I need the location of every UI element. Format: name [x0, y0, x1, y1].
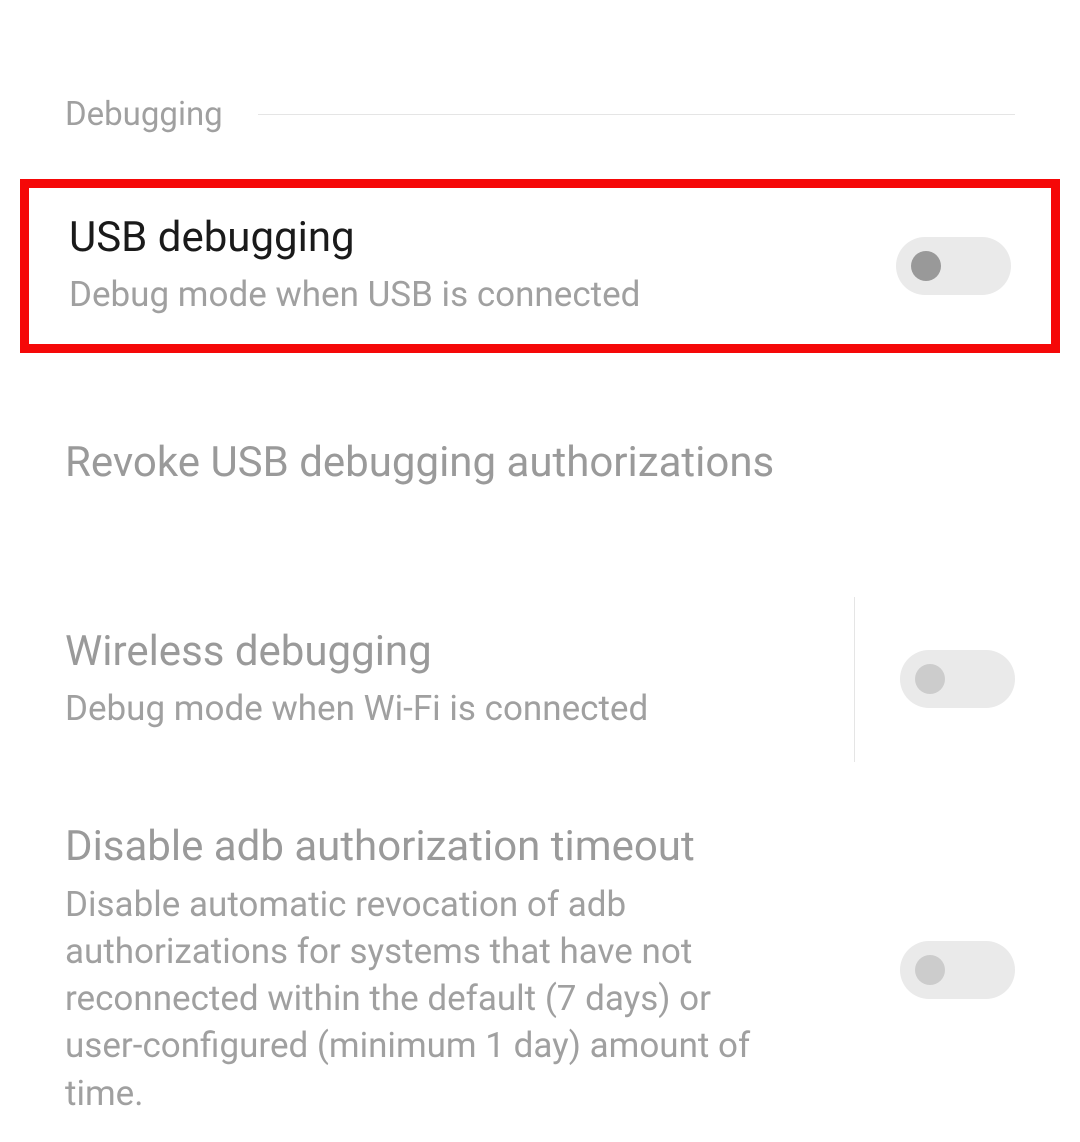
disable-adb-timeout-title: Disable adb authorization timeout [65, 822, 765, 872]
disable-adb-timeout-toggle[interactable] [900, 941, 1015, 999]
wireless-debugging-toggle[interactable] [900, 650, 1015, 708]
revoke-authorizations-title: Revoke USB debugging authorizations [65, 438, 1015, 487]
disable-adb-timeout-desc: Disable automatic revocation of adb auth… [65, 881, 765, 1117]
section-divider [258, 114, 1015, 115]
wireless-divider [854, 597, 855, 763]
wireless-debugging-title: Wireless debugging [65, 627, 860, 677]
section-header: Debugging [0, 0, 1080, 154]
usb-debugging-toggle[interactable] [896, 237, 1011, 295]
wireless-debugging-text: Wireless debugging Debug mode when Wi-Fi… [65, 627, 860, 733]
toggle-knob-icon [915, 955, 945, 985]
toggle-knob-icon [911, 251, 941, 281]
section-title: Debugging [65, 95, 223, 134]
disable-adb-timeout-setting[interactable]: Disable adb authorization timeout Disabl… [0, 792, 1080, 1142]
revoke-authorizations-setting[interactable]: Revoke USB debugging authorizations [0, 403, 1080, 542]
usb-debugging-title: USB debugging [69, 213, 856, 263]
usb-debugging-text: USB debugging Debug mode when USB is con… [69, 213, 856, 319]
wireless-debugging-setting[interactable]: Wireless debugging Debug mode when Wi-Fi… [0, 602, 1080, 758]
usb-debugging-desc: Debug mode when USB is connected [69, 271, 856, 318]
toggle-knob-icon [915, 664, 945, 694]
disable-adb-timeout-text: Disable adb authorization timeout Disabl… [65, 822, 765, 1117]
wireless-debugging-desc: Debug mode when Wi-Fi is connected [65, 685, 860, 732]
usb-debugging-setting[interactable]: USB debugging Debug mode when USB is con… [20, 179, 1060, 353]
